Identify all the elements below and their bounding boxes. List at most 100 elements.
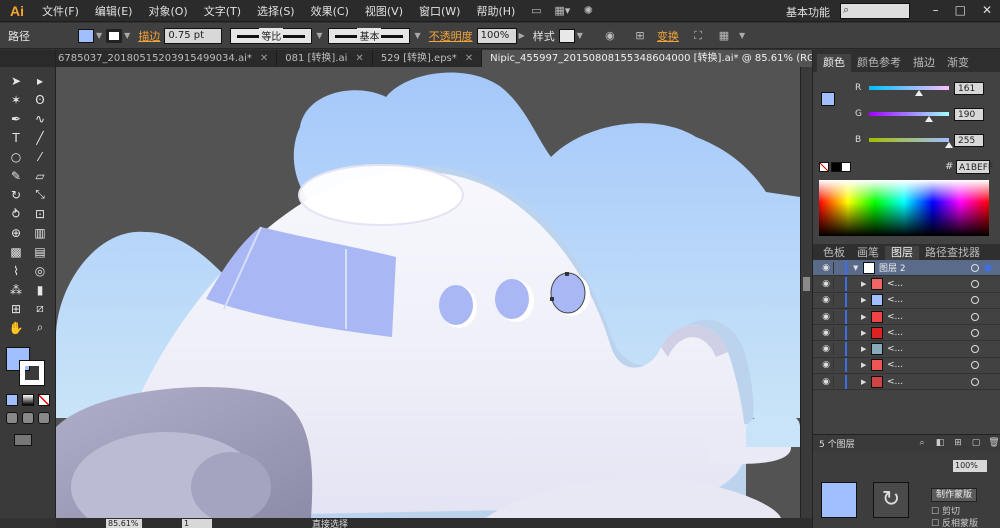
target-circle-icon[interactable]	[971, 263, 979, 272]
eyedropper-tool-icon[interactable]: ⌇	[4, 261, 28, 280]
none-swatch[interactable]	[819, 162, 829, 172]
menu-view[interactable]: 视图(V)	[357, 3, 411, 19]
collapse-triangle-icon[interactable]: ▼	[853, 264, 863, 272]
maximize-icon[interactable]: □	[955, 3, 966, 17]
free-transform-tool-icon[interactable]: ⊡	[28, 204, 52, 223]
zoom-field[interactable]: 85.61%	[106, 518, 142, 528]
screen-mode-icon[interactable]	[14, 434, 32, 446]
menu-object[interactable]: 对象(O)	[140, 3, 195, 19]
draw-inside-icon[interactable]	[38, 412, 50, 424]
symbol-sprayer-tool-icon[interactable]: ⁂	[4, 280, 28, 299]
stroke-swatch[interactable]	[106, 28, 123, 43]
layer-row[interactable]: ◉ ▶ <...	[813, 293, 1000, 309]
eye-icon[interactable]: ◉	[819, 295, 833, 305]
bridge-icon[interactable]: ▭	[527, 4, 545, 18]
search-input[interactable]: ⌕	[840, 3, 910, 19]
target-circle-icon[interactable]	[971, 377, 979, 386]
stroke-link[interactable]: 描边	[138, 28, 160, 44]
chevron-down-icon[interactable]: ▼	[577, 31, 583, 40]
layer-name[interactable]: <...	[887, 295, 959, 305]
tab-gradient[interactable]: 渐变	[941, 54, 975, 72]
layer-name[interactable]: <...	[887, 312, 959, 322]
layer-row[interactable]: ◉ ▶ <...	[813, 341, 1000, 358]
gradient-tool-icon[interactable]: ▤	[28, 242, 52, 261]
layer-row[interactable]: ◉ ▶ <...	[813, 358, 1000, 375]
expand-triangle-icon[interactable]: ▶	[861, 280, 871, 288]
locate-object-icon[interactable]: ⌕	[915, 438, 929, 450]
color-button[interactable]	[6, 394, 18, 406]
tab-document-3[interactable]: 529 [转换].eps* ✕	[373, 50, 483, 67]
zoom-tool-icon[interactable]: ⌕	[28, 318, 52, 337]
chevron-down-icon[interactable]: ▼	[316, 31, 322, 40]
close-icon[interactable]: ✕	[465, 53, 473, 64]
green-value-field[interactable]: 190	[954, 107, 984, 121]
stroke-color-box[interactable]	[19, 360, 45, 386]
menu-window[interactable]: 窗口(W)	[411, 3, 468, 19]
target-circle-icon[interactable]	[971, 345, 979, 354]
artboard-canvas[interactable]	[56, 67, 800, 518]
green-slider-knob[interactable]	[924, 116, 933, 122]
tab-document-2[interactable]: 081 [转换].ai ✕	[277, 50, 373, 67]
tools-panel-header[interactable]	[0, 50, 55, 67]
align-icon[interactable]: ⊞	[631, 29, 649, 43]
blue-slider-knob[interactable]	[945, 142, 953, 148]
selection-tool-icon[interactable]: ➤	[4, 71, 28, 90]
fill-swatch[interactable]	[78, 28, 94, 43]
layer-name[interactable]: <...	[887, 377, 959, 387]
layer-name[interactable]: <...	[887, 360, 959, 370]
blend-tool-icon[interactable]: ◎	[28, 261, 52, 280]
opacity-field[interactable]: 100%	[476, 27, 517, 44]
transparency-opacity-field[interactable]: 100%	[953, 460, 987, 472]
red-value-field[interactable]: 161	[954, 81, 984, 95]
close-icon[interactable]: ✕	[260, 53, 268, 64]
gpu-performance-icon[interactable]: ✺	[579, 4, 597, 18]
black-swatch[interactable]	[831, 162, 841, 172]
layer-name[interactable]: <...	[887, 344, 959, 354]
draw-normal-icon[interactable]	[6, 412, 18, 424]
eraser-tool-icon[interactable]: ▱	[28, 166, 52, 185]
blue-value-field[interactable]: 255	[954, 133, 984, 147]
tab-color-guide[interactable]: 颜色参考	[851, 54, 907, 72]
variable-width-profile[interactable]: 等比	[230, 27, 313, 44]
transform-link[interactable]: 变换	[657, 28, 679, 44]
pencil-tool-icon[interactable]: ✎	[4, 166, 28, 185]
white-swatch[interactable]	[841, 162, 851, 172]
rotate-tool-icon[interactable]: ↻	[4, 185, 28, 204]
direct-selection-tool-icon[interactable]: ▸	[28, 71, 52, 90]
chevron-down-icon[interactable]: ▼	[414, 31, 420, 40]
color-spectrum[interactable]	[819, 180, 989, 236]
none-button[interactable]	[38, 394, 50, 406]
pen-tool-icon[interactable]: ✒	[4, 109, 28, 128]
paintbrush-tool-icon[interactable]: ⁄	[28, 147, 52, 166]
new-sublayer-icon[interactable]: ⊞	[951, 438, 965, 450]
magic-wand-tool-icon[interactable]: ✶	[4, 90, 28, 109]
layer-name[interactable]: <...	[887, 279, 959, 289]
eye-icon[interactable]: ◉	[819, 377, 833, 387]
scroll-thumb[interactable]	[803, 277, 810, 291]
layer-row-top[interactable]: ◉ ▼ 图层 2	[813, 260, 1000, 277]
column-graph-tool-icon[interactable]: ▮	[28, 280, 52, 299]
artboard-tool-icon[interactable]: ⊞	[4, 299, 28, 318]
target-circle-icon[interactable]	[971, 312, 979, 321]
hand-tool-icon[interactable]: ✋	[4, 318, 28, 337]
gradient-button[interactable]	[22, 394, 34, 406]
layer-row[interactable]: ◉ ▶ <...	[813, 276, 1000, 293]
tab-swatches[interactable]: 色板	[817, 246, 851, 260]
recolor-artwork-icon[interactable]: ◉	[601, 29, 619, 43]
tab-layers[interactable]: 图层	[885, 246, 919, 260]
opacity-link[interactable]: 不透明度	[429, 28, 473, 44]
layer-row[interactable]: ◉ ▶ <...	[813, 374, 1000, 391]
chevron-right-icon[interactable]: ▶	[519, 31, 525, 40]
close-icon[interactable]: ✕	[355, 53, 363, 64]
chevron-down-icon[interactable]: ▼	[124, 31, 130, 40]
vertical-scrollbar[interactable]	[800, 67, 812, 518]
close-icon[interactable]: ✕	[982, 3, 992, 17]
eye-icon[interactable]: ◉	[819, 263, 833, 273]
workspace-switcher[interactable]: 基本功能	[786, 4, 830, 20]
target-circle-icon[interactable]	[971, 296, 979, 305]
ellipse-tool-icon[interactable]: ○	[4, 147, 28, 166]
line-tool-icon[interactable]: ╱	[28, 128, 52, 147]
lasso-tool-icon[interactable]: ʘ	[28, 90, 52, 109]
perspective-grid-tool-icon[interactable]: ▥	[28, 223, 52, 242]
layer-row[interactable]: ◉ ▶ <...	[813, 309, 1000, 326]
